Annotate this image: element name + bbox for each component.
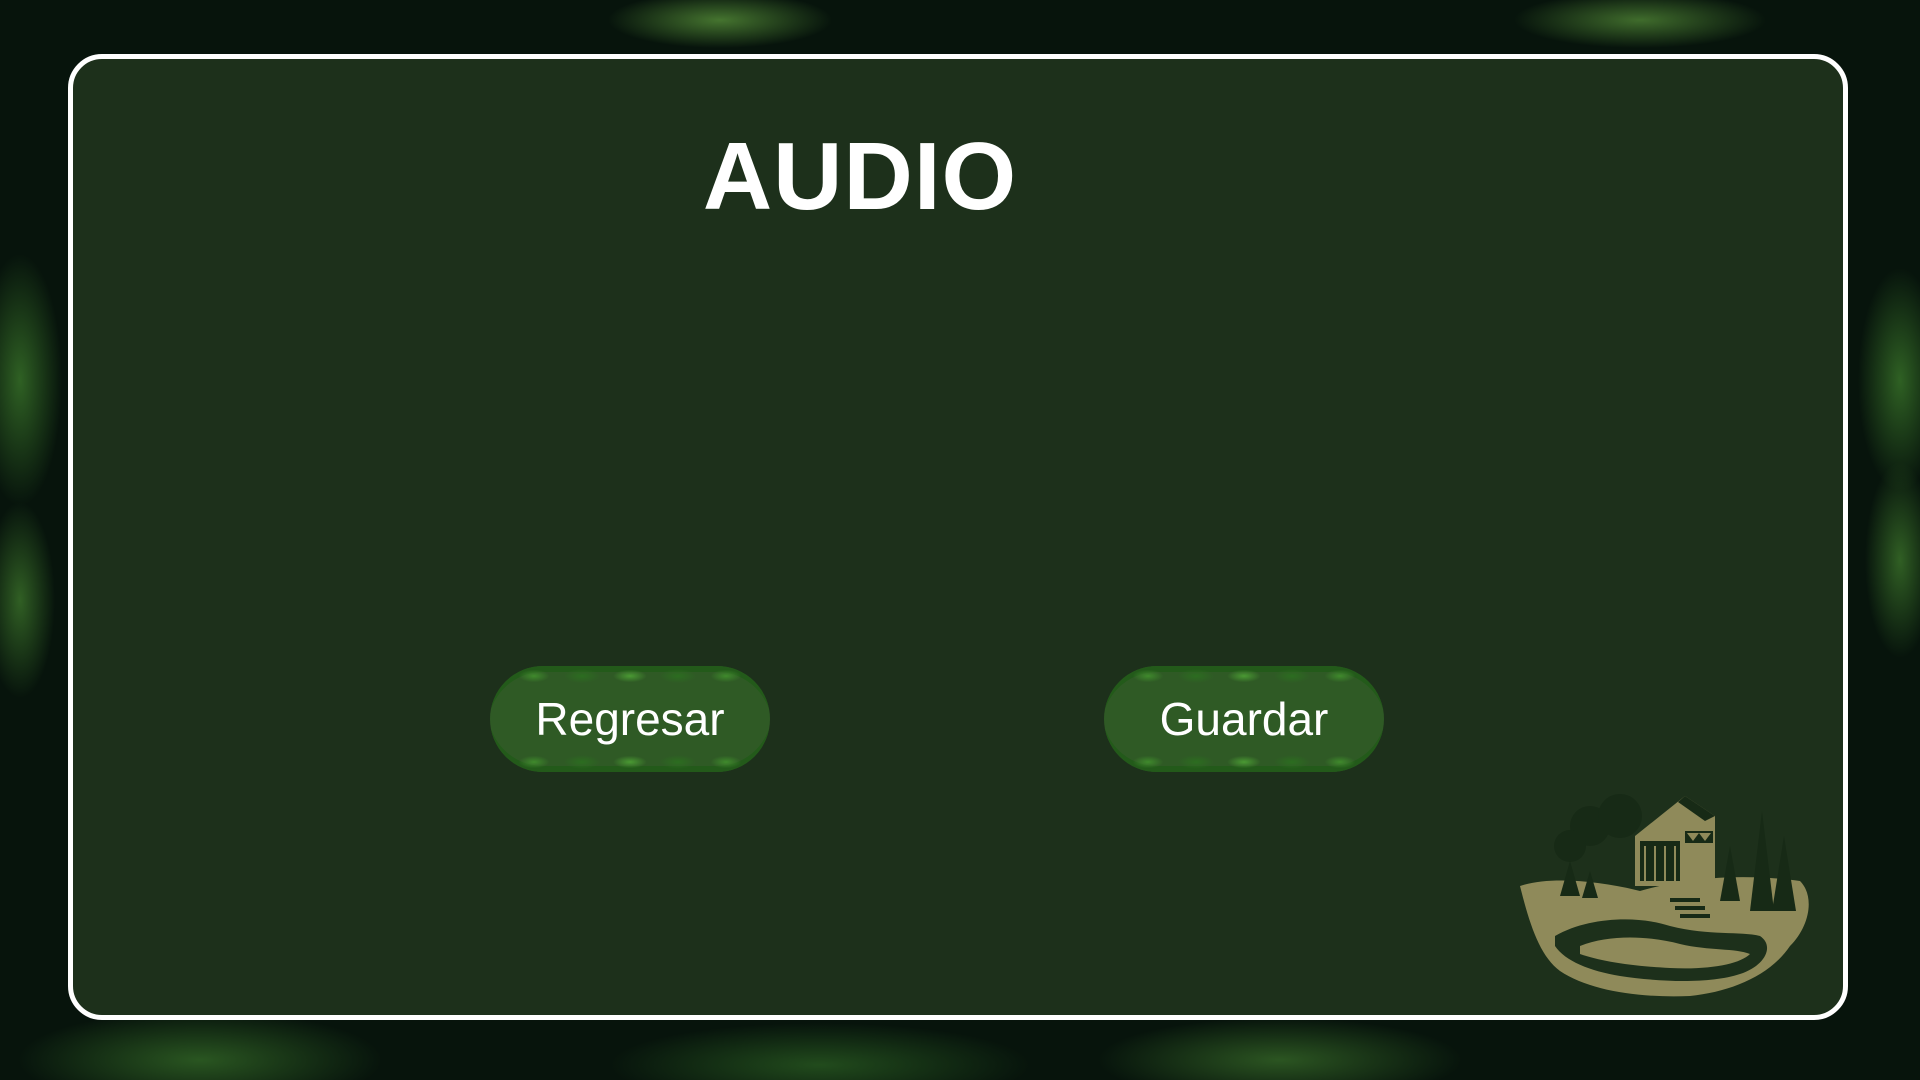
save-button-label: Guardar	[1159, 693, 1329, 745]
page-title: AUDIO	[702, 123, 1018, 230]
settings-screen: AUDIO Regresar Guardar	[0, 0, 1920, 1080]
back-button[interactable]: Regresar	[490, 666, 770, 772]
back-button-label: Regresar	[535, 693, 725, 745]
save-button[interactable]: Guardar	[1104, 666, 1384, 772]
covered-bridge-logo-icon	[1520, 794, 1809, 997]
